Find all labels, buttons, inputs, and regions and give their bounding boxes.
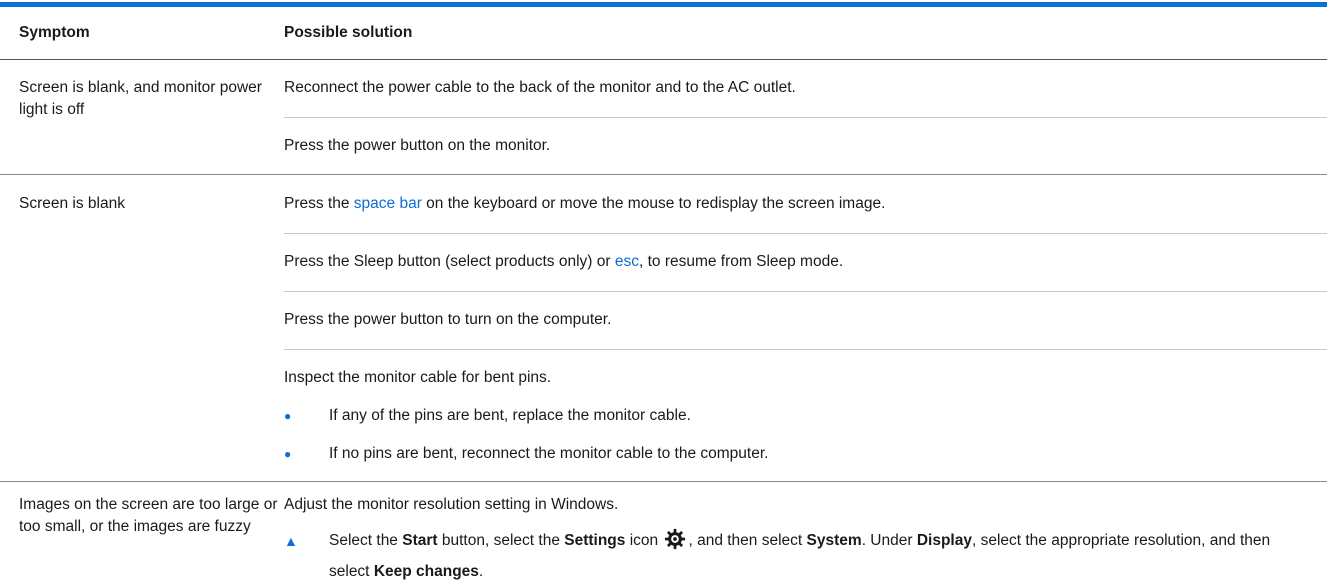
solution-item: Press the space bar on the keyboard or m… <box>284 175 1327 234</box>
step-text: Select the Start button, select the Sett… <box>329 528 1289 585</box>
solution-item: Press the Sleep button (select products … <box>284 234 1327 292</box>
list-item: ● If any of the pins are bent, replace t… <box>284 405 1327 427</box>
step-item: ▲ Select the Start button, select the Se… <box>284 528 1327 585</box>
bullet-text: If any of the pins are bent, replace the… <box>329 405 691 427</box>
solution-cell: Adjust the monitor resolution setting in… <box>284 482 1327 585</box>
gear-icon <box>664 528 686 559</box>
symptom-cell: Screen is blank <box>0 175 284 482</box>
bullet-text: If no pins are bent, reconnect the monit… <box>329 443 768 465</box>
space-bar-link[interactable]: space bar <box>354 195 422 212</box>
solution-text: Press the power button on the monitor. <box>284 135 1327 157</box>
solution-text: Press the <box>284 195 354 212</box>
solution-item: Reconnect the power cable to the back of… <box>284 60 1327 118</box>
symptom-text: Images on the screen are too large or to… <box>19 496 277 535</box>
solution-item: Press the power button on the monitor. <box>284 118 1327 174</box>
display-label: Display <box>917 532 972 549</box>
symptom-text: Screen is blank <box>19 195 125 212</box>
header-symptom: Symptom <box>0 7 284 60</box>
solution-text: Reconnect the power cable to the back of… <box>284 77 1327 99</box>
solution-text: Press the power button to turn on the co… <box>284 309 1327 331</box>
solution-text: , to resume from Sleep mode. <box>639 253 843 270</box>
list-item: ● If no pins are bent, reconnect the mon… <box>284 443 1327 465</box>
table-row: Screen is blank Press the space bar on t… <box>0 175 1327 482</box>
symptom-cell: Images on the screen are too large or to… <box>0 482 284 585</box>
solution-cell: Reconnect the power cable to the back of… <box>284 60 1327 175</box>
esc-key-link[interactable]: esc <box>615 253 639 270</box>
symptom-text: Screen is blank, and monitor power light… <box>19 79 262 118</box>
triangle-marker-icon: ▲ <box>284 528 329 554</box>
solution-item: Inspect the monitor cable for bent pins.… <box>284 350 1327 481</box>
start-label: Start <box>402 532 437 549</box>
header-solution: Possible solution <box>284 7 1327 60</box>
table-row: Images on the screen are too large or to… <box>0 482 1327 585</box>
solution-item: Adjust the monitor resolution setting in… <box>284 482 1327 585</box>
bullet-icon: ● <box>284 443 329 465</box>
solution-item: Press the power button to turn on the co… <box>284 292 1327 350</box>
solution-cell: Press the space bar on the keyboard or m… <box>284 175 1327 482</box>
symptom-cell: Screen is blank, and monitor power light… <box>0 60 284 175</box>
troubleshooting-table: Symptom Possible solution Screen is blan… <box>0 7 1327 585</box>
settings-label: Settings <box>564 532 625 549</box>
solution-text: on the keyboard or move the mouse to red… <box>422 195 886 212</box>
table-header-row: Symptom Possible solution <box>0 7 1327 60</box>
bullet-icon: ● <box>284 405 329 427</box>
table-row: Screen is blank, and monitor power light… <box>0 60 1327 175</box>
solution-text: Adjust the monitor resolution setting in… <box>284 494 1327 516</box>
solution-text: Inspect the monitor cable for bent pins. <box>284 367 1327 389</box>
solution-text: Press the Sleep button (select products … <box>284 253 615 270</box>
system-label: System <box>807 532 862 549</box>
